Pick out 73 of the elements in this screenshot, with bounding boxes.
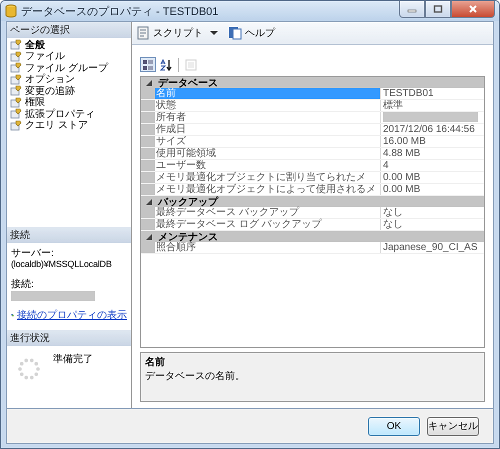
property-value: 2017/12/06 16:44:56 [383, 124, 475, 135]
page-item[interactable]: クエリ ストア [10, 120, 128, 131]
page-icon [10, 50, 22, 62]
cancel-button[interactable]: キャンセル [427, 416, 479, 436]
page-icon [10, 108, 22, 120]
property-name[interactable]: 使用可能領域 [155, 148, 381, 159]
property-value: 標準 [383, 100, 403, 111]
property-value: 16.00 MB [383, 136, 426, 147]
page-item[interactable]: 拡張プロパティ [10, 108, 128, 120]
page-icon [10, 120, 22, 131]
maximize-button[interactable] [425, 1, 451, 18]
property-name[interactable]: 照合順序 [155, 242, 381, 253]
page-item[interactable]: 全般 [10, 39, 128, 50]
page-icon [10, 74, 22, 85]
section-header: 接続 [7, 227, 131, 243]
collapse-icon[interactable] [146, 234, 152, 240]
database-icon [5, 4, 17, 18]
spinner-icon [17, 357, 41, 381]
collapse-icon[interactable] [146, 80, 152, 86]
property-value: なし [383, 219, 403, 230]
section-header: 進行状況 [7, 330, 131, 346]
property-name[interactable]: 作成日 [155, 124, 381, 135]
section-header: ページの選択 [7, 22, 131, 38]
sort-alphabetical-button[interactable] [158, 57, 174, 72]
property-name[interactable]: 所有者 [155, 112, 381, 123]
property-name[interactable]: メモリ最適化オブジェクトに割り当てられたメ [155, 172, 381, 183]
property-value: 4 [383, 160, 389, 171]
script-button[interactable]: スクリプト [136, 26, 218, 40]
connection-label: 接続: [11, 279, 35, 290]
window-title: データベースのプロパティ - TESTDB01 [21, 4, 218, 18]
page-item[interactable]: オプション [10, 74, 128, 85]
help-icon [228, 26, 242, 40]
property-name[interactable]: 最終データベース バックアップ [155, 207, 381, 218]
property-name[interactable]: ユーザー数 [155, 160, 381, 171]
property-value: Japanese_90_CI_AS [383, 242, 478, 253]
category-header: メンテナンス [158, 230, 218, 242]
progress-status: 準備完了 [53, 352, 93, 366]
page-item[interactable]: ファイル [10, 50, 128, 62]
sort-icon [160, 58, 172, 70]
page-icon [10, 85, 22, 96]
ok-button[interactable]: OK [368, 416, 420, 436]
page-icon [10, 39, 22, 50]
property-value: 0.00 MB [383, 184, 420, 195]
category-header: データベース [158, 77, 218, 88]
page-icon [10, 96, 22, 108]
script-icon [136, 26, 150, 40]
property-name[interactable]: メモリ最適化オブジェクトによって使用されるメ [155, 184, 381, 195]
page-item[interactable]: 権限 [10, 96, 128, 108]
categorized-icon [142, 58, 154, 70]
server-name: (localdb)¥MSSQLLocalDB [11, 259, 113, 270]
maximize-icon [433, 5, 443, 13]
category-header: バックアップ [158, 195, 218, 208]
page-icon [10, 62, 22, 74]
property-value: なし [383, 207, 403, 218]
property-name[interactable]: サイズ [155, 136, 381, 147]
close-icon [468, 5, 478, 13]
property-value: TESTDB01 [383, 88, 434, 99]
property-value: 0.00 MB [383, 172, 420, 183]
description-title: 名前 [145, 356, 166, 369]
server-label: サーバー: [11, 248, 55, 259]
property-name[interactable]: 最終データベース ログ バックアップ [155, 219, 381, 230]
help-button[interactable]: ヘルプ [228, 26, 275, 40]
collapse-icon[interactable] [146, 198, 152, 204]
categorized-view-button[interactable] [140, 57, 156, 72]
property-name[interactable]: 状態 [155, 100, 381, 111]
page-item[interactable]: ファイル グループ [10, 62, 128, 74]
property-value: 4.88 MB [383, 148, 420, 159]
page-item[interactable]: 変更の追跡 [10, 85, 128, 96]
minimize-button[interactable] [399, 1, 425, 18]
connection-properties-link[interactable]: 接続のプロパティの表示 [17, 308, 127, 322]
description-text: データベースの名前。 [145, 370, 246, 383]
close-button[interactable] [451, 1, 495, 18]
property-pages-icon [185, 58, 197, 70]
